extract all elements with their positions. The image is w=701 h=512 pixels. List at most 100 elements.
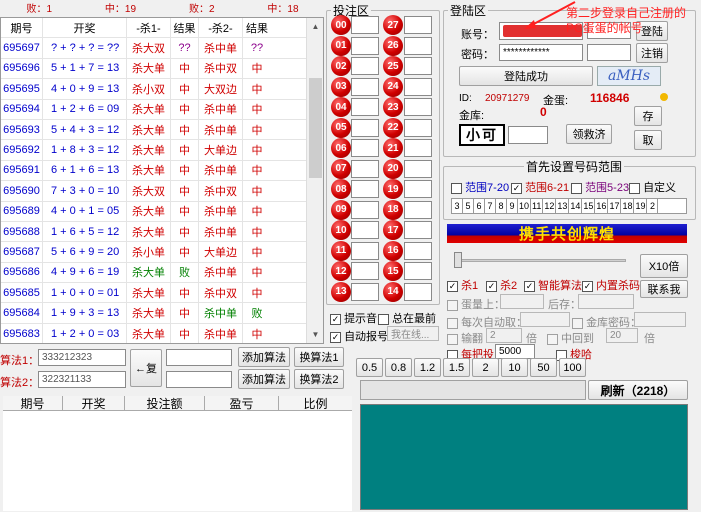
algo1-input[interactable]: 333212323	[38, 349, 126, 366]
bank-pwd-input[interactable]	[634, 312, 686, 327]
scroll-up-icon[interactable]: ▲	[307, 18, 324, 35]
bet-input-08[interactable]	[351, 180, 379, 198]
add-algo-button-2[interactable]: 添加算法	[238, 369, 290, 389]
hint-sound-option[interactable]: 提示音	[330, 310, 377, 326]
range-number[interactable]: 12	[543, 199, 557, 213]
bet-input-18[interactable]	[404, 200, 432, 219]
number-ball-01[interactable]: 01	[331, 35, 351, 56]
number-ball-06[interactable]: 06	[331, 138, 351, 158]
bet-input-22[interactable]	[404, 118, 432, 137]
smart-algo-checkbox[interactable]	[524, 280, 535, 292]
next-save-input[interactable]	[578, 294, 634, 309]
bank-pwd-checkbox[interactable]	[572, 317, 583, 329]
bet-input-14[interactable]	[404, 282, 432, 301]
kill1-checkbox[interactable]	[447, 280, 458, 292]
multiplier-button[interactable]: 1.5	[443, 358, 470, 377]
always-top-checkbox[interactable]	[378, 313, 389, 325]
bet-input-19[interactable]	[404, 180, 432, 198]
bet-input-26[interactable]	[404, 36, 432, 55]
number-ball-15[interactable]: 15	[383, 261, 403, 281]
logout-button[interactable]: 注销	[636, 43, 668, 63]
number-ball-19[interactable]: 19	[383, 179, 403, 199]
range-number[interactable]: 18	[621, 199, 635, 213]
history-row[interactable]: 695693 5 + 4 + 3 = 12 杀大单中杀中单中	[1, 119, 323, 141]
algo-name-input2[interactable]	[166, 371, 232, 388]
bet-input-02[interactable]	[351, 57, 379, 75]
lose-multiply-option[interactable]: 输翻	[447, 330, 483, 346]
number-ball-04[interactable]: 04	[331, 97, 351, 117]
bet-record-list[interactable]	[3, 411, 352, 511]
lose-multiply-checkbox[interactable]	[447, 333, 458, 345]
number-ball-25[interactable]: 25	[383, 56, 403, 76]
range-custom-checkbox[interactable]	[629, 182, 640, 194]
range-number[interactable]: 8	[496, 199, 507, 213]
save-button[interactable]: 存	[634, 106, 662, 126]
hint-sound-checkbox[interactable]	[330, 313, 341, 325]
number-ball-02[interactable]: 02	[331, 56, 351, 76]
multiplier-button[interactable]: 100	[559, 358, 586, 377]
number-ball-17[interactable]: 17	[383, 220, 403, 240]
number-ball-24[interactable]: 24	[383, 76, 403, 97]
multiplier-button[interactable]: 1.2	[414, 358, 441, 377]
multiplier-button[interactable]: 0.8	[385, 358, 412, 377]
number-ball-22[interactable]: 22	[383, 117, 403, 138]
extra-input-2[interactable]	[587, 44, 631, 61]
login-success-button[interactable]: 登陆成功	[459, 66, 593, 86]
multiplier-button[interactable]: 50	[530, 358, 557, 377]
bet-input-27[interactable]	[404, 16, 432, 34]
history-row[interactable]: 695694 1 + 2 + 6 = 09 杀大单中杀中单中	[1, 99, 323, 120]
range-number[interactable]: 13	[556, 199, 570, 213]
x10-button[interactable]: X10倍	[640, 254, 688, 278]
range-7-20-checkbox[interactable]	[451, 182, 462, 194]
range-number[interactable]: 9	[507, 199, 518, 213]
lose-multiply-input[interactable]: 2	[486, 328, 522, 343]
range-number[interactable]: 2	[647, 199, 659, 213]
number-ball-21[interactable]: 21	[383, 138, 403, 158]
history-table[interactable]: 期号 开奖 -杀1- 结果 -杀2- 结果 695697? + ? + ? = …	[0, 17, 324, 344]
range-number[interactable]: 14	[569, 199, 583, 213]
history-row[interactable]: 695684 1 + 9 + 3 = 13 杀大单中杀中单败	[1, 303, 323, 324]
bet-input-07[interactable]	[351, 159, 379, 178]
history-row[interactable]: 695683 1 + 2 + 0 = 03 杀大单中杀中单中	[1, 323, 323, 343]
bet-input-11[interactable]	[351, 241, 379, 260]
range-option-custom[interactable]: 自定义	[629, 179, 676, 195]
range-5-23-checkbox[interactable]	[571, 182, 582, 194]
slider-thumb[interactable]	[454, 252, 462, 268]
history-row[interactable]: 695695 4 + 0 + 9 = 13 杀小双中大双边中	[1, 79, 323, 100]
smart-algo-option[interactable]: 智能算法	[524, 277, 582, 293]
number-ball-09[interactable]: 09	[331, 199, 351, 220]
always-top-option[interactable]: 总在最前	[378, 310, 436, 326]
auto-take-input[interactable]	[520, 312, 570, 327]
range-number[interactable]: 11	[531, 199, 544, 213]
copy-button[interactable]: ←复	[130, 349, 162, 387]
bet-input-20[interactable]	[404, 159, 432, 178]
kill2-checkbox[interactable]	[486, 280, 497, 292]
auto-report-option[interactable]: 自动报号	[330, 328, 388, 344]
number-ball-16[interactable]: 16	[383, 240, 403, 261]
mid-back-checkbox[interactable]	[547, 333, 558, 345]
auto-report-checkbox[interactable]	[330, 331, 341, 343]
number-ball-27[interactable]: 27	[383, 15, 403, 35]
bet-input-24[interactable]	[404, 77, 432, 96]
kill2-option[interactable]: 杀2	[486, 277, 517, 293]
builtin-kill-option[interactable]: 内置杀码	[582, 277, 640, 293]
scroll-thumb[interactable]	[309, 78, 322, 178]
number-ball-13[interactable]: 13	[331, 281, 351, 302]
number-ball-11[interactable]: 11	[331, 240, 351, 261]
history-row[interactable]: 695689 4 + 0 + 1 = 05 杀大单中杀中单中	[1, 201, 323, 222]
range-option-6-21[interactable]: 范围6-21	[511, 179, 569, 195]
contact-button[interactable]: 联系我	[640, 280, 688, 298]
bet-input-04[interactable]	[351, 98, 379, 116]
range-number[interactable]: 17	[608, 199, 622, 213]
kill1-option[interactable]: 杀1	[447, 277, 478, 293]
number-ball-26[interactable]: 26	[383, 35, 403, 56]
number-ball-08[interactable]: 08	[331, 179, 351, 199]
bet-input-12[interactable]	[351, 262, 379, 280]
range-number[interactable]: 6	[474, 199, 485, 213]
withdraw-button[interactable]: 取	[634, 130, 662, 150]
range-6-21-checkbox[interactable]	[511, 182, 522, 194]
range-number[interactable]: 10	[518, 199, 532, 213]
swap-algo1-button[interactable]: 换算法1	[294, 347, 344, 367]
captcha-image[interactable]: aMHs	[597, 66, 661, 86]
bet-input-05[interactable]	[351, 118, 379, 137]
